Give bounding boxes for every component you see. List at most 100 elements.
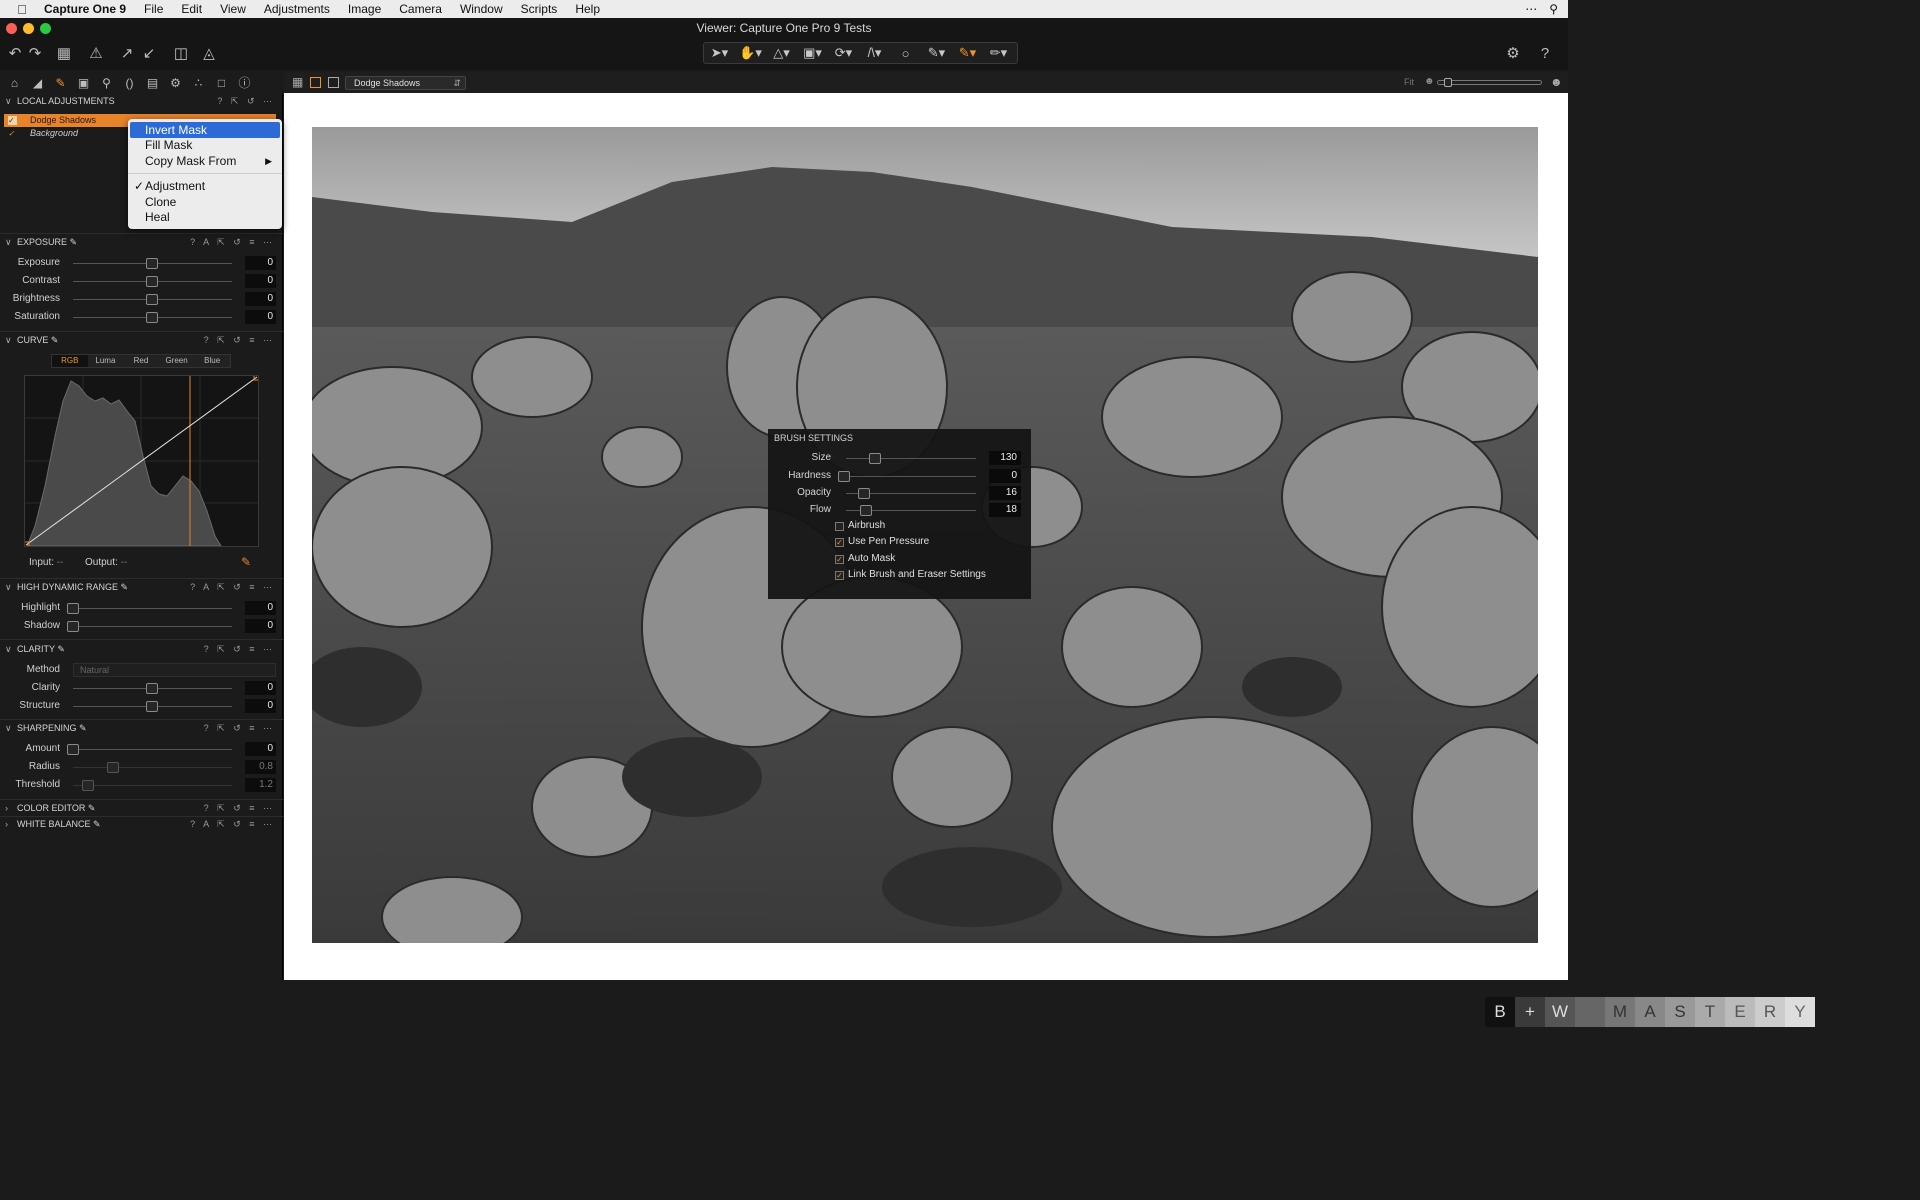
lens-tab-icon[interactable]: ▣	[73, 76, 94, 90]
section-tools[interactable]: ? ⇱ ↺ ⋯	[217, 93, 275, 109]
menu-file[interactable]: File	[135, 2, 172, 16]
slider-track[interactable]	[73, 608, 232, 609]
metadata-tab-icon[interactable]: ()	[119, 76, 140, 90]
zoom-window-button[interactable]	[40, 23, 51, 34]
menu-scripts[interactable]: Scripts	[512, 2, 567, 16]
slider-value-field[interactable]: 16	[989, 486, 1021, 500]
slider-thumb[interactable]	[146, 294, 158, 305]
menu-item-clone[interactable]: Clone	[130, 194, 280, 210]
import-icon[interactable]: ▦	[54, 44, 74, 64]
clarity-method-select[interactable]: Natural	[73, 663, 276, 677]
slider-track[interactable]	[846, 476, 976, 477]
slider-thumb[interactable]	[146, 312, 158, 323]
slider-thumb[interactable]	[67, 744, 79, 755]
slider-value-field[interactable]: 0	[245, 256, 276, 270]
adjustments-tab-icon[interactable]: ∴	[188, 76, 209, 90]
slider-value-field[interactable]: 0	[989, 469, 1021, 483]
curve-tab-blue[interactable]: Blue	[194, 355, 230, 367]
keystone-tool-icon[interactable]: /\▾	[859, 45, 890, 61]
white-balance-header[interactable]: › WHITE BALANCE ✎ ? A ⇱ ↺ ≡ ⋯	[0, 816, 283, 832]
slider-track[interactable]	[73, 749, 232, 750]
rotate-tool-icon[interactable]: ⟳▾	[828, 45, 859, 61]
slider-thumb[interactable]	[860, 505, 872, 516]
exposure-header[interactable]: ∨ EXPOSURE ✎ ? A ⇱ ↺ ≡ ⋯	[0, 234, 283, 250]
curve-tab-green[interactable]: Green	[159, 355, 195, 367]
section-tools[interactable]: ? ⇱ ↺ ≡ ⋯	[204, 641, 275, 657]
slider-thumb[interactable]	[146, 276, 158, 287]
select-tool-icon[interactable]: ➤▾	[704, 45, 735, 61]
local-adjustments-header[interactable]: ∨ LOCAL ADJUSTMENTS ? ⇱ ↺ ⋯	[0, 93, 283, 109]
section-tools[interactable]: ? A ⇱ ↺ ≡ ⋯	[190, 234, 275, 250]
slider-value-field[interactable]: 0	[245, 274, 276, 288]
details-tab-icon[interactable]: ⚲	[96, 76, 117, 90]
slider-value-field[interactable]: 130	[989, 451, 1021, 465]
curve-tab-red[interactable]: Red	[123, 355, 159, 367]
warning-icon[interactable]: ⚠	[86, 44, 106, 64]
local-adjustments-tab-icon[interactable]: ✎	[50, 76, 71, 90]
slider-thumb[interactable]	[838, 471, 850, 482]
before-after-icon[interactable]: ◫	[171, 44, 191, 64]
copy-adjustments-icon[interactable]: ↗	[117, 44, 137, 64]
clarity-header[interactable]: ∨ CLARITY ✎ ? ⇱ ↺ ≡ ⋯	[0, 641, 283, 657]
help-icon[interactable]: ?	[1535, 44, 1555, 64]
grid-view-icon[interactable]: ▦	[292, 75, 303, 89]
undo-icon[interactable]: ↶	[5, 44, 25, 64]
section-tools[interactable]: ? ⇱ ↺ ≡ ⋯	[204, 720, 275, 736]
checkbox-box[interactable]: ✓	[835, 555, 844, 564]
link-brush-eraser-checkbox[interactable]: ✓ Link Brush and Eraser Settings	[835, 568, 986, 582]
section-tools[interactable]: ? ⇱ ↺ ≡ ⋯	[204, 332, 275, 348]
curve-editor[interactable]	[23, 374, 260, 548]
slider-thumb[interactable]	[869, 453, 881, 464]
batch-tab-icon[interactable]: ⚙	[165, 76, 186, 90]
eraser-tool-icon[interactable]: ✏▾	[983, 45, 1014, 61]
menu-camera[interactable]: Camera	[390, 2, 451, 16]
menu-item-invert-mask[interactable]: Invert Mask	[130, 122, 280, 138]
settings-gear-icon[interactable]: ⚙	[1503, 44, 1523, 64]
sharpening-header[interactable]: ∨ SHARPENING ✎ ? ⇱ ↺ ≡ ⋯	[0, 720, 283, 736]
slider-thumb[interactable]	[146, 701, 158, 712]
menu-app-name[interactable]: Capture One 9	[44, 2, 135, 16]
menu-item-fill-mask[interactable]: Fill Mask	[130, 137, 280, 153]
redo-icon[interactable]: ↷	[25, 44, 45, 64]
slider-thumb[interactable]	[82, 780, 94, 791]
checkbox-box[interactable]: ✓	[835, 571, 844, 580]
slider-value-field[interactable]: 0	[245, 681, 276, 695]
slider-thumb[interactable]	[67, 621, 79, 632]
slider-value-field[interactable]: 18	[989, 503, 1021, 517]
checkbox-box[interactable]: ✓	[835, 538, 844, 547]
slider-thumb[interactable]	[67, 603, 79, 614]
color-editor-header[interactable]: › COLOR EDITOR ✎ ? ⇱ ↺ ≡ ⋯	[0, 800, 283, 816]
slider-track[interactable]	[846, 458, 976, 459]
section-tools[interactable]: ? ⇱ ↺ ≡ ⋯	[204, 800, 275, 816]
curve-tab-luma[interactable]: Luma	[88, 355, 124, 367]
slider-thumb[interactable]	[146, 258, 158, 269]
layer-enabled-checkbox[interactable]: ✓	[8, 116, 17, 125]
pan-tool-icon[interactable]: ✋▾	[735, 45, 766, 61]
curve-header[interactable]: ∨ CURVE ✎ ? ⇱ ↺ ≡ ⋯	[0, 332, 283, 348]
slider-value-field[interactable]: 0.8	[245, 760, 276, 774]
slider-value-field[interactable]: 0	[245, 699, 276, 713]
apple-icon[interactable]: 	[0, 2, 44, 17]
menu-image[interactable]: Image	[339, 2, 390, 16]
curve-picker-icon[interactable]: ✎	[241, 555, 251, 569]
crop-tool-icon[interactable]: ▣▾	[797, 45, 828, 61]
output-tab-icon[interactable]: ▤	[142, 76, 163, 90]
menu-item-adjustment[interactable]: ✓ Adjustment	[130, 178, 280, 194]
single-view-icon[interactable]	[310, 77, 321, 88]
menu-item-copy-mask-from[interactable]: Copy Mask From ▶	[130, 153, 280, 169]
slider-track[interactable]	[73, 767, 232, 768]
zoom-slider[interactable]	[1437, 78, 1542, 87]
curve-tab-rgb[interactable]: RGB	[52, 355, 88, 367]
auto-mask-checkbox[interactable]: ✓ Auto Mask	[835, 552, 895, 566]
zoom-slider-thumb[interactable]	[1444, 78, 1452, 87]
section-tools[interactable]: ? A ⇱ ↺ ≡ ⋯	[190, 816, 275, 832]
slider-track[interactable]	[73, 626, 232, 627]
slider-value-field[interactable]: 0	[245, 292, 276, 306]
checkbox-box[interactable]	[835, 522, 844, 531]
slider-value-field[interactable]: 1.2	[245, 778, 276, 792]
menu-view[interactable]: View	[211, 2, 255, 16]
airbrush-checkbox[interactable]: Airbrush	[835, 519, 885, 533]
compare-icon[interactable]: ◬	[199, 44, 219, 64]
menu-help[interactable]: Help	[566, 2, 609, 16]
slider-value-field[interactable]: 0	[245, 619, 276, 633]
